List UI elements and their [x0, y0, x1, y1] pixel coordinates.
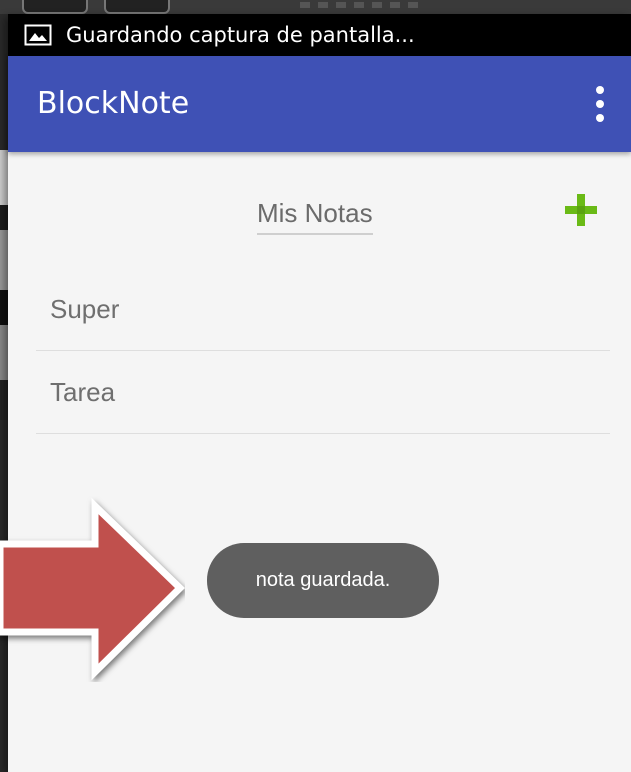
image-icon	[24, 24, 52, 46]
background-texture	[300, 2, 420, 8]
toast-text: nota guardada.	[255, 569, 391, 591]
background-key	[104, 0, 170, 14]
app-title: BlockNote	[37, 86, 190, 121]
note-item-tarea[interactable]: Tarea	[36, 351, 610, 434]
note-item-super[interactable]: Super	[36, 268, 610, 351]
background-key	[22, 0, 88, 14]
note-list: Super Tarea	[36, 268, 610, 434]
note-item-label: Tarea	[50, 376, 116, 407]
arrow-right-icon	[0, 497, 185, 681]
status-notification-text: Guardando captura de pantalla...	[66, 23, 415, 47]
plus-icon[interactable]	[565, 194, 597, 226]
status-bar: Guardando captura de pantalla...	[8, 14, 631, 56]
note-item-label: Super	[50, 293, 120, 324]
toast-message: nota guardada.	[207, 543, 439, 618]
background-strip	[0, 0, 631, 14]
more-vert-icon[interactable]	[588, 86, 612, 122]
app-bar: BlockNote	[8, 56, 631, 152]
section-title: Mis Notas	[257, 198, 373, 235]
